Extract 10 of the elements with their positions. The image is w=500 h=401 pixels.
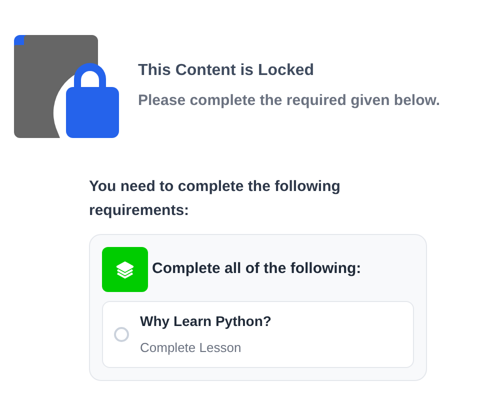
locked-document-icon [14, 35, 120, 139]
layers-icon [102, 247, 148, 292]
locked-message: Please complete the required given below. [138, 90, 440, 111]
requirement-item[interactable]: Why Learn Python? Complete Lesson [102, 301, 414, 368]
status-radio[interactable] [114, 327, 129, 342]
requirements-heading: You need to complete the following requirements: [89, 177, 342, 221]
item-title: Why Learn Python? [140, 312, 272, 332]
locked-title: This Content is Locked [138, 60, 316, 81]
item-subtitle: Complete Lesson [140, 339, 242, 358]
group-title: Complete all of the following: [152, 259, 362, 280]
